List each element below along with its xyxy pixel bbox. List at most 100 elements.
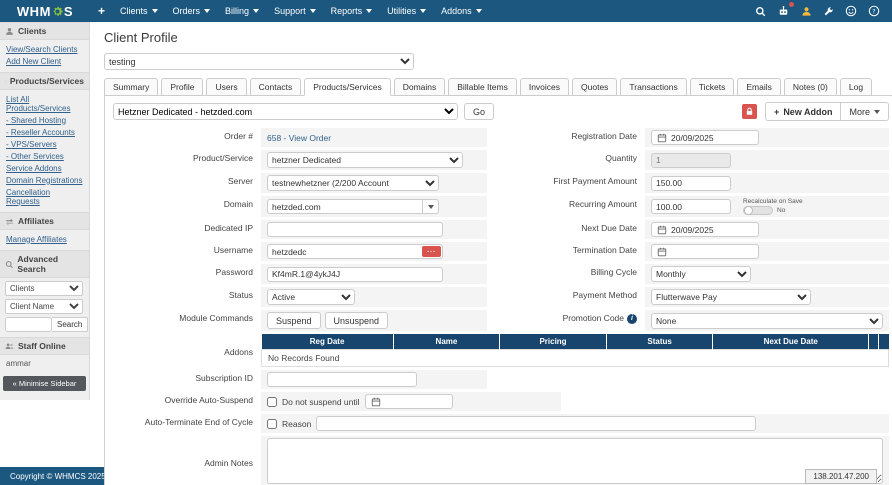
tab-domains[interactable]: Domains <box>394 78 446 96</box>
sidebar-link-add-new-client[interactable]: Add New Client <box>0 55 89 67</box>
username-options-button[interactable] <box>422 246 441 257</box>
tab-notes[interactable]: Notes (0) <box>784 78 837 96</box>
promotion-code-select[interactable]: None <box>651 313 883 329</box>
admin-notes-field[interactable] <box>267 438 883 484</box>
password-field[interactable] <box>267 267 443 282</box>
tab-profile[interactable]: Profile <box>161 78 203 96</box>
nav-billing[interactable]: Billing <box>225 6 259 16</box>
go-button[interactable]: Go <box>464 103 494 120</box>
automation-status-icon[interactable] <box>777 5 790 17</box>
billing-cycle-label: Billing Cycle <box>487 264 645 284</box>
sidebar-link-service-addons[interactable]: Service Addons <box>0 162 89 174</box>
first-payment-field[interactable] <box>651 176 731 191</box>
new-addon-button[interactable]: New Addon <box>765 102 841 121</box>
status-label: Status <box>113 287 261 307</box>
product-service-select[interactable]: hetzner Dedicated <box>267 152 463 168</box>
unsuspend-button[interactable]: Unsuspend <box>325 312 389 329</box>
system-tools-icon[interactable] <box>823 6 834 17</box>
suspend-until-date-field[interactable] <box>365 394 453 409</box>
advanced-search-field-select[interactable]: Client Name <box>5 299 83 314</box>
registration-date-field[interactable]: 20/09/2025 <box>651 130 759 145</box>
help-icon[interactable]: ? <box>868 5 880 17</box>
auto-terminate-checkbox[interactable] <box>267 419 277 429</box>
tab-contacts[interactable]: Contacts <box>250 78 302 96</box>
recurring-amount-field[interactable] <box>651 199 731 214</box>
first-payment-label: First Payment Amount <box>487 173 645 193</box>
staff-online-name: ammar <box>0 355 89 374</box>
domain-field[interactable] <box>267 199 423 214</box>
override-auto-suspend-checkbox[interactable] <box>267 397 277 407</box>
sidebar-section-affiliates: Affiliates <box>0 212 89 230</box>
service-selector[interactable]: Hetzner Dedicated - hetzded.com <box>113 103 458 120</box>
sidebar-link-other-services[interactable]: - Other Services <box>0 150 89 162</box>
domain-dropdown-button[interactable] <box>423 199 439 214</box>
server-select[interactable]: testnewhetzner (2/200 Account <box>267 175 439 191</box>
username-field[interactable] <box>267 244 443 259</box>
staff-alert-icon[interactable] <box>801 6 812 17</box>
subscription-id-field[interactable] <box>267 372 417 387</box>
sidebar-link-domain-registrations[interactable]: Domain Registrations <box>0 174 89 186</box>
nav-utilities[interactable]: Utilities <box>387 6 426 16</box>
sidebar-link-list-all-products[interactable]: List All Products/Services <box>0 93 89 114</box>
sidebar-link-reseller-accounts[interactable]: - Reseller Accounts <box>0 126 89 138</box>
minimise-sidebar-button[interactable]: « Minimise Sidebar <box>3 376 86 391</box>
override-auto-suspend-label: Override Auto-Suspend <box>113 392 261 411</box>
tab-tickets[interactable]: Tickets <box>690 78 735 96</box>
recalculate-toggle[interactable] <box>743 206 773 215</box>
person-icon <box>5 27 14 36</box>
next-due-date-field[interactable]: 20/09/2025 <box>651 222 759 237</box>
chevron-down-icon <box>874 110 880 114</box>
order-link[interactable]: 658 - View Order <box>267 133 331 143</box>
addons-col-next-due-date: Next Due Date <box>713 334 869 350</box>
my-account-icon[interactable] <box>845 5 857 17</box>
chevron-down-icon <box>366 9 372 13</box>
sidebar-link-manage-affiliates[interactable]: Manage Affiliates <box>0 233 89 245</box>
addons-col-blank <box>869 334 879 350</box>
payment-method-select[interactable]: Flutterwave Pay <box>651 289 811 305</box>
nav-reports[interactable]: Reports <box>331 6 373 16</box>
terminate-reason-field[interactable] <box>316 416 756 431</box>
dedicated-ip-field[interactable] <box>267 222 443 237</box>
search-icon[interactable] <box>755 6 766 17</box>
reason-label: Reason <box>282 419 311 429</box>
more-button[interactable]: More <box>841 102 889 121</box>
order-label: Order # <box>113 128 261 147</box>
nav-clients[interactable]: Clients <box>120 6 158 16</box>
nav-orders[interactable]: Orders <box>173 6 211 16</box>
sidebar-link-cancellation-requests[interactable]: Cancellation Requests <box>0 186 89 207</box>
client-selector[interactable]: testing <box>104 53 414 70</box>
quick-add-icon[interactable] <box>98 4 105 18</box>
tab-billable-items[interactable]: Billable Items <box>448 78 517 96</box>
tab-products-services[interactable]: Products/Services <box>304 78 391 96</box>
sidebar-link-shared-hosting[interactable]: - Shared Hosting <box>0 114 89 126</box>
recalculate-on-save-label: Recalculate on Save <box>743 198 803 205</box>
tab-invoices[interactable]: Invoices <box>520 78 569 96</box>
tab-users[interactable]: Users <box>206 78 246 96</box>
sidebar-link-vps-servers[interactable]: - VPS/Servers <box>0 138 89 150</box>
advanced-search-type-select[interactable]: Clients <box>5 281 83 296</box>
suspend-button[interactable]: Suspend <box>267 312 321 329</box>
registration-date-label: Registration Date <box>487 128 645 147</box>
sidebar-link-view-search-clients[interactable]: View/Search Clients <box>0 43 89 55</box>
info-icon[interactable] <box>627 314 637 324</box>
logo-text: WHM <box>17 4 51 19</box>
tab-emails[interactable]: Emails <box>737 78 781 96</box>
tab-summary[interactable]: Summary <box>104 78 158 96</box>
override-checkbox-label: Do not suspend until <box>282 397 360 407</box>
nav-addons[interactable]: Addons <box>441 6 482 16</box>
tab-log[interactable]: Log <box>840 78 872 96</box>
billing-cycle-select[interactable]: Monthly <box>651 266 751 282</box>
nav-support[interactable]: Support <box>274 6 316 16</box>
status-select[interactable]: Active <box>267 289 355 305</box>
tab-transactions[interactable]: Transactions <box>620 78 686 96</box>
chevron-down-icon <box>253 9 259 13</box>
whmcs-logo[interactable]: WHM S <box>0 4 90 19</box>
tab-quotes[interactable]: Quotes <box>572 78 617 96</box>
products-services-panel: Hetzner Dedicated - hetzded.com Go New A… <box>104 95 892 485</box>
termination-date-field[interactable] <box>651 244 759 259</box>
lock-icon[interactable] <box>742 104 757 119</box>
advanced-search-button[interactable]: Search <box>52 317 88 332</box>
advanced-search-input[interactable] <box>5 317 52 332</box>
addons-col-name: Name <box>393 334 500 350</box>
svg-text:?: ? <box>872 7 875 15</box>
